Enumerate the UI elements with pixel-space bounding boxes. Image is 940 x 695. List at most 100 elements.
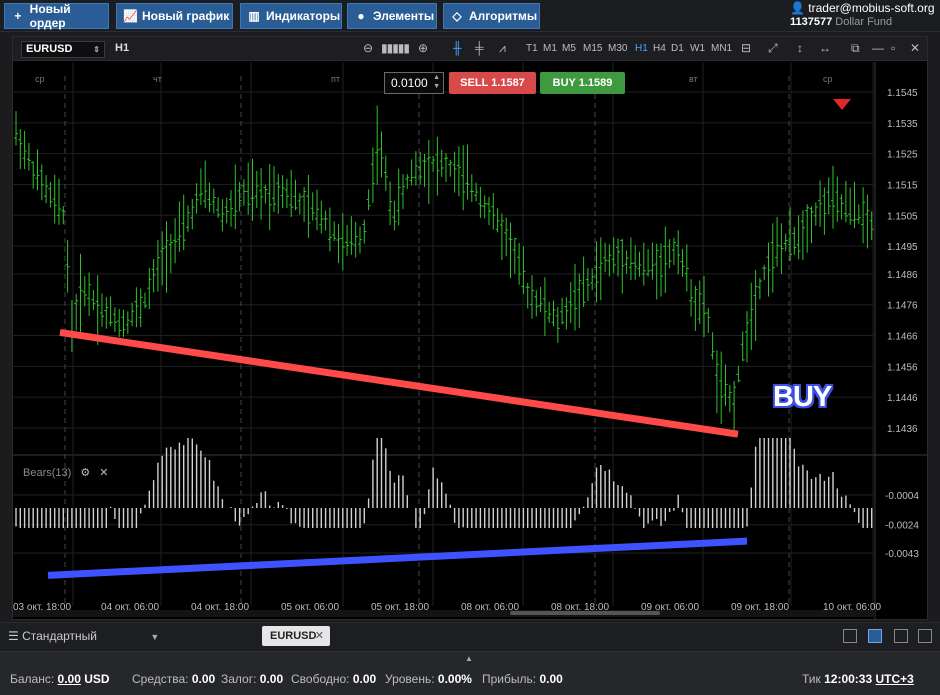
timeframe-t1[interactable]: T1	[526, 43, 538, 54]
horizontal-resize-icon[interactable]: ↔	[819, 41, 831, 55]
close-window-icon[interactable]: ✕	[910, 41, 920, 55]
line-chart-icon[interactable]: ⩘	[499, 41, 506, 56]
account-email: trader@mobius-soft.org	[808, 1, 935, 15]
price-tick-label: 1.1486	[887, 270, 918, 281]
time-tick-label: 10 окт. 06:00	[823, 602, 881, 613]
elements-button[interactable]: ● Элементы	[347, 3, 437, 29]
layout-single-icon[interactable]	[843, 629, 857, 643]
indicator-name: Bears(13)	[23, 467, 72, 479]
price-tick-label: 1.1525	[887, 150, 918, 161]
zoom-in-icon[interactable]: ⊕	[418, 41, 428, 55]
algorithms-button[interactable]: ◇ Алгоритмы	[443, 3, 540, 29]
account-id: 1137577	[790, 16, 833, 28]
layout-columns-icon[interactable]	[894, 629, 908, 643]
funds-value: 0.00	[191, 672, 216, 686]
indicator-window-icon[interactable]: ⊟	[741, 41, 751, 55]
menu-icon: ☰	[8, 629, 19, 643]
zoom-slider-icon[interactable]: ▮▮▮▮▮	[381, 41, 410, 55]
user-icon: 👤	[790, 1, 805, 15]
time-tick-label: 05 окт. 06:00	[281, 602, 339, 613]
time-tick-label: 09 окт. 06:00	[641, 602, 699, 613]
top-toolbar: + Новый ордер 📈 Новый график ▥ Индикатор…	[0, 0, 940, 32]
timeframe-w1[interactable]: W1	[690, 43, 705, 54]
lot-size-input[interactable]: 0.0100 ▲ ▼	[384, 72, 444, 94]
margin-value: 0.00	[259, 672, 284, 686]
buy-label: BUY	[552, 77, 576, 89]
candles-icon[interactable]: ╪	[475, 41, 484, 55]
maximize-icon[interactable]: ▫	[891, 41, 895, 55]
panel-handle-icon[interactable]: ▲	[465, 654, 473, 663]
price-tick-label: 1.1505	[887, 211, 918, 222]
layout-grid-icon[interactable]	[868, 629, 882, 643]
sell-price: 1.1587	[491, 77, 525, 89]
indicators-button[interactable]: ▥ Индикаторы	[240, 3, 342, 29]
account-fund: 1137577 Dollar Fund	[790, 16, 936, 28]
close-indicator-icon[interactable]: ✕	[99, 467, 108, 479]
price-tick-label: 1.1476	[887, 301, 918, 312]
timeframe-mn1[interactable]: MN1	[711, 43, 732, 54]
day-label: ср	[823, 74, 833, 84]
time-tick-label: 05 окт. 18:00	[371, 602, 429, 613]
timezone-selector[interactable]: UTC+3	[876, 672, 914, 686]
symbol-selector[interactable]: EURUSD ⇕	[21, 41, 105, 58]
tick-time-value: 12:00:33	[824, 672, 873, 686]
new-order-button[interactable]: + Новый ордер	[4, 2, 109, 30]
profit-label: Прибыль:	[482, 672, 537, 686]
balance-label: Баланс:	[10, 672, 55, 686]
popout-icon[interactable]: ⧉	[851, 41, 860, 56]
layout-rows-icon[interactable]	[918, 629, 932, 643]
sell-button[interactable]: SELL 1.1587	[449, 72, 536, 94]
layout-name: Стандартный	[22, 629, 97, 643]
free-margin: Свободно: 0.00	[291, 672, 376, 686]
current-timeframe: H1	[115, 42, 130, 54]
account-user: 👤 trader@mobius-soft.org	[790, 1, 936, 16]
lot-spinner-icon[interactable]: ▲ ▼	[433, 73, 440, 91]
new-chart-button[interactable]: 📈 Новый график	[116, 3, 233, 29]
balance-value[interactable]: 0.00	[58, 672, 81, 686]
minimize-icon[interactable]: —	[872, 41, 884, 55]
margin-level: Уровень: 0.00%	[385, 672, 472, 686]
day-label: ср	[35, 74, 45, 84]
timeframe-h1[interactable]: H1	[635, 43, 648, 54]
algorithms-label: Алгоритмы	[469, 9, 538, 23]
timeframe-m5[interactable]: M5	[562, 43, 576, 54]
tick-label: Тик	[802, 672, 821, 686]
timeframe-h4[interactable]: H4	[653, 43, 666, 54]
timeframe-d1[interactable]: D1	[671, 43, 684, 54]
symbol-value: EURUSD	[26, 43, 73, 55]
buy-price: 1.1589	[578, 77, 613, 89]
zoom-out-icon[interactable]: ⊖	[363, 41, 373, 55]
price-tick-label: 1.1515	[887, 180, 918, 191]
close-tab-icon[interactable]: ✕	[315, 626, 324, 646]
new-chart-label: Новый график	[142, 9, 230, 23]
buy-button[interactable]: BUY 1.1589	[540, 72, 625, 94]
draw-line-icon[interactable]: ⤢	[768, 41, 778, 56]
tab-eurusd[interactable]: EURUSD ✕	[262, 626, 330, 646]
price-tick-label: 1.1466	[887, 332, 918, 343]
elements-icon: ●	[357, 9, 365, 23]
tick-time: Тик 12:00:33 UTC+3	[802, 672, 914, 686]
gear-icon[interactable]: ⚙	[80, 467, 90, 479]
balance-currency: USD	[84, 672, 110, 686]
indicator-tick-label: -0.0004	[885, 491, 919, 502]
plus-icon: +	[14, 9, 22, 23]
bar-chart-icon[interactable]: ╫	[453, 41, 462, 55]
profit: Прибыль: 0.00	[482, 672, 563, 686]
balance: Баланс: 0.00 USD	[10, 672, 110, 686]
spinner-icon: ⇕	[93, 45, 100, 54]
day-label: пт	[331, 74, 340, 84]
account-info[interactable]: 👤 trader@mobius-soft.org 1137577 Dollar …	[790, 1, 936, 28]
timeframe-m30[interactable]: M30	[608, 43, 627, 54]
indicator-tick-label: -0.0024	[885, 521, 919, 532]
buy-annotation[interactable]: BUY	[773, 381, 832, 414]
timeframe-m15[interactable]: M15	[583, 43, 602, 54]
vertical-resize-icon[interactable]: ↕	[797, 41, 803, 55]
status-bar: ▲ Баланс: 0.00 USD Средства: 0.00 Залог:…	[0, 651, 940, 695]
profit-value: 0.00	[539, 672, 563, 686]
free-value: 0.00	[352, 672, 377, 686]
day-label: вт	[689, 74, 698, 84]
price-chart[interactable]: 1.1545 1.1535 1.1525 1.1515 1.1505 1.1495 1.14…	[13, 62, 927, 619]
chart-window: EURUSD ⇕ H1 ⊖ ▮▮▮▮▮ ⊕ ╫ ╪ ⩘ T1 M1 M5 M15 M30…	[12, 36, 928, 620]
timeframe-m1[interactable]: M1	[543, 43, 557, 54]
layout-selector[interactable]: ☰ Стандартный ▼	[8, 629, 159, 643]
